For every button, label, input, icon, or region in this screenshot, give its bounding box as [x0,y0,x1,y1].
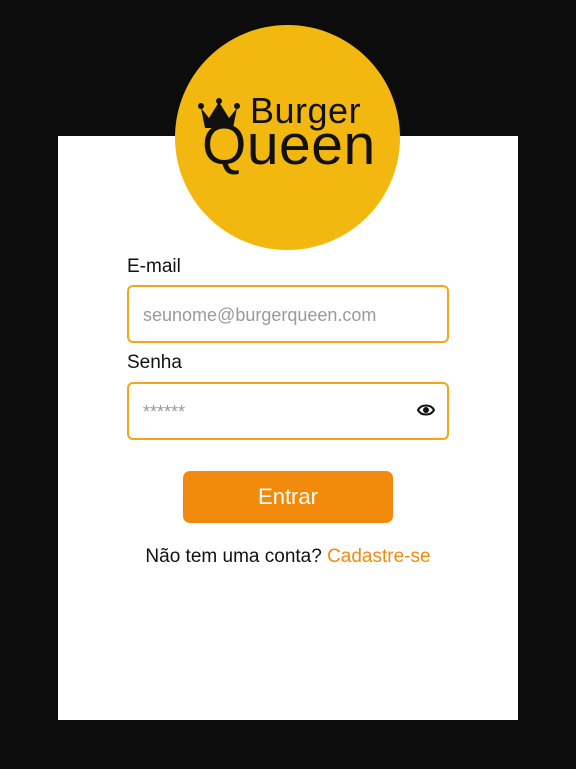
login-button[interactable]: Entrar [183,471,393,523]
password-field-box[interactable] [127,382,449,440]
brand-name-line2: Queen [202,113,376,177]
email-input[interactable] [141,287,405,343]
signup-link[interactable]: Cadastre-se [327,546,431,567]
signup-prompt-text: Não tem uma conta? [145,546,322,567]
password-label: Senha [127,352,182,373]
signup-prompt: Não tem uma conta? Cadastre-se [0,546,576,568]
email-label: E-mail [127,256,181,277]
password-input[interactable] [141,384,405,440]
email-field-box[interactable] [127,285,449,343]
eye-icon[interactable] [417,403,435,417]
